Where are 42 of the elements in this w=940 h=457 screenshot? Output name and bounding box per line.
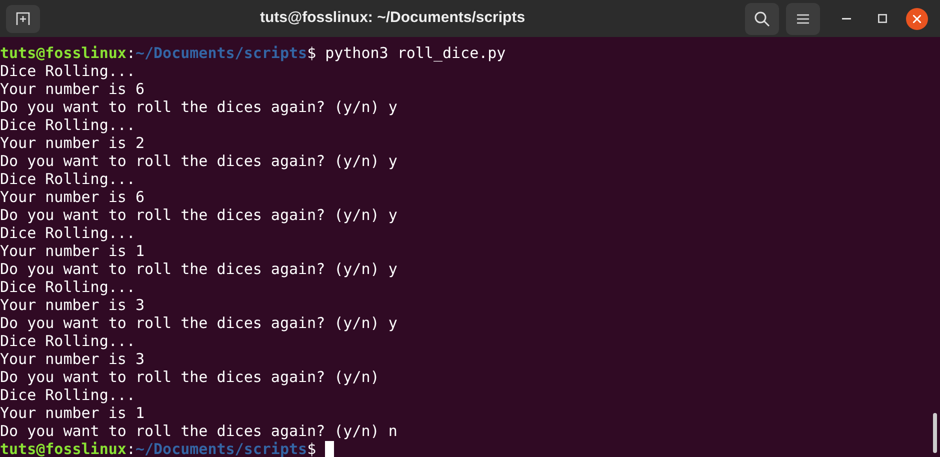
output-line: Your number is 2 <box>0 134 144 152</box>
output-line: Your number is 6 <box>0 188 144 206</box>
output-line: Dice Rolling... <box>0 116 136 134</box>
search-button[interactable] <box>745 2 779 34</box>
prompt-separator: : <box>126 44 136 62</box>
scrollbar-thumb[interactable] <box>933 413 937 453</box>
output-line: Do you want to roll the dices again? (y/n) y <box>0 206 398 224</box>
close-icon <box>913 14 921 22</box>
output-line: Do you want to roll the dices again? (y/n) y <box>0 260 398 278</box>
output-line: Dice Rolling... <box>0 62 136 80</box>
menu-button[interactable] <box>786 2 820 34</box>
prompt-user: tuts@fosslinux <box>0 44 126 62</box>
output-line: Do you want to roll the dices again? (y/n) <box>0 368 380 386</box>
menu-icon <box>797 14 809 24</box>
output-line: Do you want to roll the dices again? (y/n) n <box>0 422 398 440</box>
close-button[interactable] <box>906 8 928 30</box>
prompt-user: tuts@fosslinux <box>0 440 126 457</box>
output-line: Your number is 3 <box>0 296 144 314</box>
output-line: Dice Rolling... <box>0 224 136 242</box>
new-tab-button[interactable] <box>6 4 40 32</box>
output-line: Dice Rolling... <box>0 278 136 296</box>
command-text: python3 roll_dice.py <box>325 44 506 62</box>
maximize-icon <box>878 14 886 23</box>
prompt-path: ~/Documents/scripts <box>135 44 308 62</box>
prompt-path: ~/Documents/scripts <box>135 440 308 457</box>
output-line: Dice Rolling... <box>0 170 136 188</box>
output-line: Dice Rolling... <box>0 332 136 350</box>
output-line: Dice Rolling... <box>0 386 136 404</box>
output-line: Do you want to roll the dices again? (y/n) y <box>0 314 398 332</box>
prompt-symbol: $ <box>307 44 316 62</box>
output-line: Your number is 1 <box>0 404 144 422</box>
output-line: Your number is 1 <box>0 242 144 260</box>
prompt-symbol: $ <box>307 440 316 457</box>
output-line: Do you want to roll the dices again? (y/n) y <box>0 98 398 116</box>
prompt-separator: : <box>126 440 136 457</box>
output-line: Do you want to roll the dices again? (y/n) y <box>0 152 398 170</box>
output-line: Your number is 3 <box>0 350 144 368</box>
new-tab-icon <box>16 12 30 26</box>
search-icon <box>754 10 770 26</box>
output-line: Your number is 6 <box>0 80 144 98</box>
window-title: tuts@fosslinux: ~/Documents/scripts <box>260 8 526 28</box>
minimize-icon <box>842 18 850 20</box>
